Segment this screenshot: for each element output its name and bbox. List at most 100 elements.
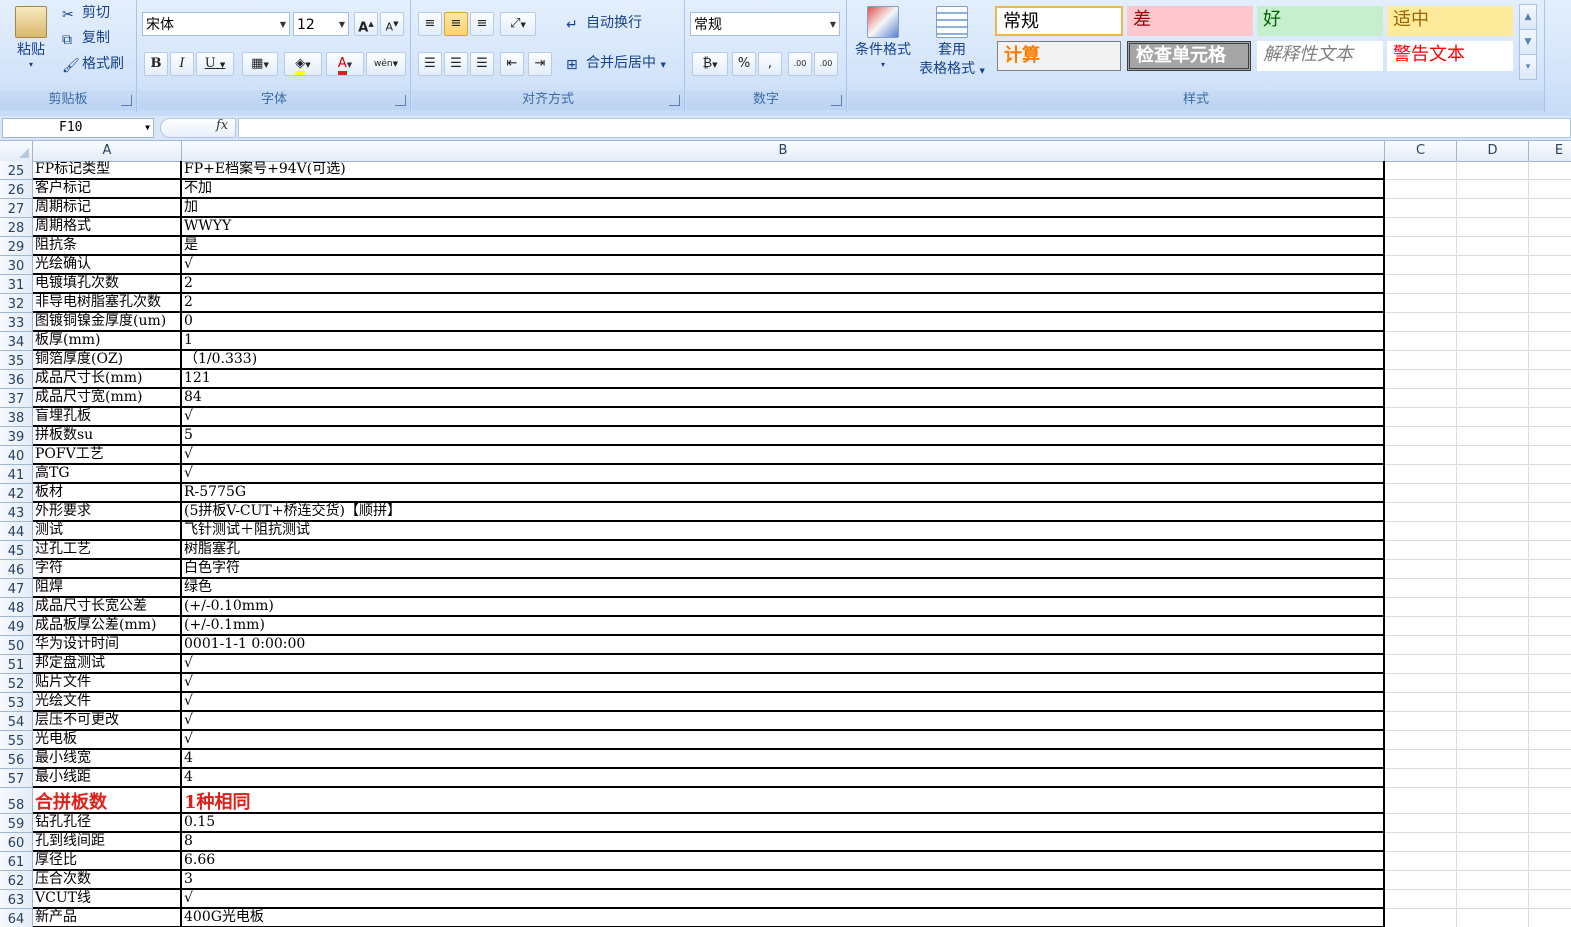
cell-b[interactable]: 400G光电板: [182, 909, 1385, 927]
cell-e[interactable]: [1529, 693, 1571, 712]
cut-button[interactable]: ✂ 剪切: [62, 2, 110, 24]
cell-a[interactable]: POFV工艺: [33, 446, 182, 465]
cell-a[interactable]: 阻抗条: [33, 237, 182, 256]
cell-d[interactable]: [1457, 161, 1529, 180]
cell-d[interactable]: [1457, 484, 1529, 503]
row-header[interactable]: 28: [0, 218, 33, 237]
cell-c[interactable]: [1385, 294, 1457, 313]
cell-c[interactable]: [1385, 389, 1457, 408]
cell-c[interactable]: [1385, 180, 1457, 199]
cell-d[interactable]: [1457, 788, 1529, 814]
cell-e[interactable]: [1529, 313, 1571, 332]
cell-d[interactable]: [1457, 814, 1529, 833]
cell-b[interactable]: 加: [182, 199, 1385, 218]
row-header[interactable]: 30: [0, 256, 33, 275]
cell-e[interactable]: [1529, 237, 1571, 256]
cell-e[interactable]: [1529, 750, 1571, 769]
row-header[interactable]: 36: [0, 370, 33, 389]
cell-a[interactable]: 盲埋孔板: [33, 408, 182, 427]
column-header-b[interactable]: B: [182, 141, 1385, 161]
row-header[interactable]: 31: [0, 275, 33, 294]
style-bad[interactable]: 差: [1127, 6, 1253, 36]
cell-d[interactable]: [1457, 617, 1529, 636]
row-header[interactable]: 50: [0, 636, 33, 655]
cell-e[interactable]: [1529, 731, 1571, 750]
conditional-format-button[interactable]: 条件格式 ▾: [850, 6, 916, 70]
style-explanatory[interactable]: 解释性文本: [1257, 41, 1383, 71]
fill-color-button[interactable]: ◈▼: [284, 52, 322, 76]
cell-d[interactable]: [1457, 871, 1529, 890]
cell-a[interactable]: 最小线宽: [33, 750, 182, 769]
cell-a[interactable]: 厚径比: [33, 852, 182, 871]
cell-a[interactable]: 成品尺寸宽(mm): [33, 389, 182, 408]
row-header[interactable]: 34: [0, 332, 33, 351]
cell-a[interactable]: 层压不可更改: [33, 712, 182, 731]
cell-b[interactable]: (+/-0.10mm): [182, 598, 1385, 617]
name-box[interactable]: F10 ▼: [2, 118, 154, 138]
column-header-e[interactable]: E: [1529, 141, 1571, 161]
font-name-select[interactable]: 宋体 ▼: [142, 12, 290, 36]
style-neutral[interactable]: 适中: [1387, 6, 1513, 36]
cell-b[interactable]: 4: [182, 769, 1385, 788]
bold-button[interactable]: B: [144, 52, 168, 76]
cell-b[interactable]: 84: [182, 389, 1385, 408]
font-launcher-icon[interactable]: [395, 95, 406, 106]
style-check-cell[interactable]: 检查单元格: [1127, 41, 1251, 71]
cell-a[interactable]: 周期格式: [33, 218, 182, 237]
cell-d[interactable]: [1457, 560, 1529, 579]
cell-e[interactable]: [1529, 814, 1571, 833]
cell-c[interactable]: [1385, 909, 1457, 927]
align-bottom-button[interactable]: ≡: [470, 12, 494, 36]
number-launcher-icon[interactable]: [831, 95, 842, 106]
cell-c[interactable]: [1385, 560, 1457, 579]
cell-e[interactable]: [1529, 370, 1571, 389]
cell-b[interactable]: (5拼板V-CUT+桥连交货)【顺拼】: [182, 503, 1385, 522]
cell-c[interactable]: [1385, 313, 1457, 332]
cell-d[interactable]: [1457, 465, 1529, 484]
cell-d[interactable]: [1457, 636, 1529, 655]
cell-d[interactable]: [1457, 180, 1529, 199]
cell-a[interactable]: 合拼板数: [33, 788, 182, 814]
row-header[interactable]: 54: [0, 712, 33, 731]
cell-e[interactable]: [1529, 655, 1571, 674]
row-header[interactable]: 46: [0, 560, 33, 579]
cell-b[interactable]: 1: [182, 332, 1385, 351]
cell-b[interactable]: 白色字符: [182, 560, 1385, 579]
cell-b[interactable]: 0001-1-1 0:00:00: [182, 636, 1385, 655]
cell-c[interactable]: [1385, 218, 1457, 237]
cell-d[interactable]: [1457, 427, 1529, 446]
cell-c[interactable]: [1385, 788, 1457, 814]
cell-d[interactable]: [1457, 294, 1529, 313]
cell-b[interactable]: 6.66: [182, 852, 1385, 871]
paste-button[interactable]: 粘贴 ▾: [10, 6, 52, 70]
column-header-d[interactable]: D: [1457, 141, 1529, 161]
cell-e[interactable]: [1529, 769, 1571, 788]
cell-e[interactable]: [1529, 446, 1571, 465]
cell-d[interactable]: [1457, 503, 1529, 522]
cell-e[interactable]: [1529, 351, 1571, 370]
select-all-button[interactable]: [0, 141, 33, 161]
cell-a[interactable]: 成品尺寸长宽公差: [33, 598, 182, 617]
cell-d[interactable]: [1457, 256, 1529, 275]
cell-e[interactable]: [1529, 161, 1571, 180]
cell-a[interactable]: 贴片文件: [33, 674, 182, 693]
cell-d[interactable]: [1457, 541, 1529, 560]
row-header[interactable]: 32: [0, 294, 33, 313]
cell-e[interactable]: [1529, 712, 1571, 731]
cell-a[interactable]: FP标记类型: [33, 161, 182, 180]
cell-e[interactable]: [1529, 890, 1571, 909]
style-good[interactable]: 好: [1257, 6, 1383, 36]
row-header[interactable]: 53: [0, 693, 33, 712]
cell-e[interactable]: [1529, 833, 1571, 852]
row-header[interactable]: 45: [0, 541, 33, 560]
cell-a[interactable]: 压合次数: [33, 871, 182, 890]
row-header[interactable]: 40: [0, 446, 33, 465]
style-calculation[interactable]: 计算: [997, 41, 1121, 71]
cell-d[interactable]: [1457, 712, 1529, 731]
cell-a[interactable]: 客户标记: [33, 180, 182, 199]
cell-e[interactable]: [1529, 503, 1571, 522]
row-header[interactable]: 56: [0, 750, 33, 769]
align-top-button[interactable]: ≡: [418, 12, 442, 36]
merge-center-button[interactable]: ⊞ 合并后居中 ▼: [566, 52, 666, 74]
cell-d[interactable]: [1457, 731, 1529, 750]
